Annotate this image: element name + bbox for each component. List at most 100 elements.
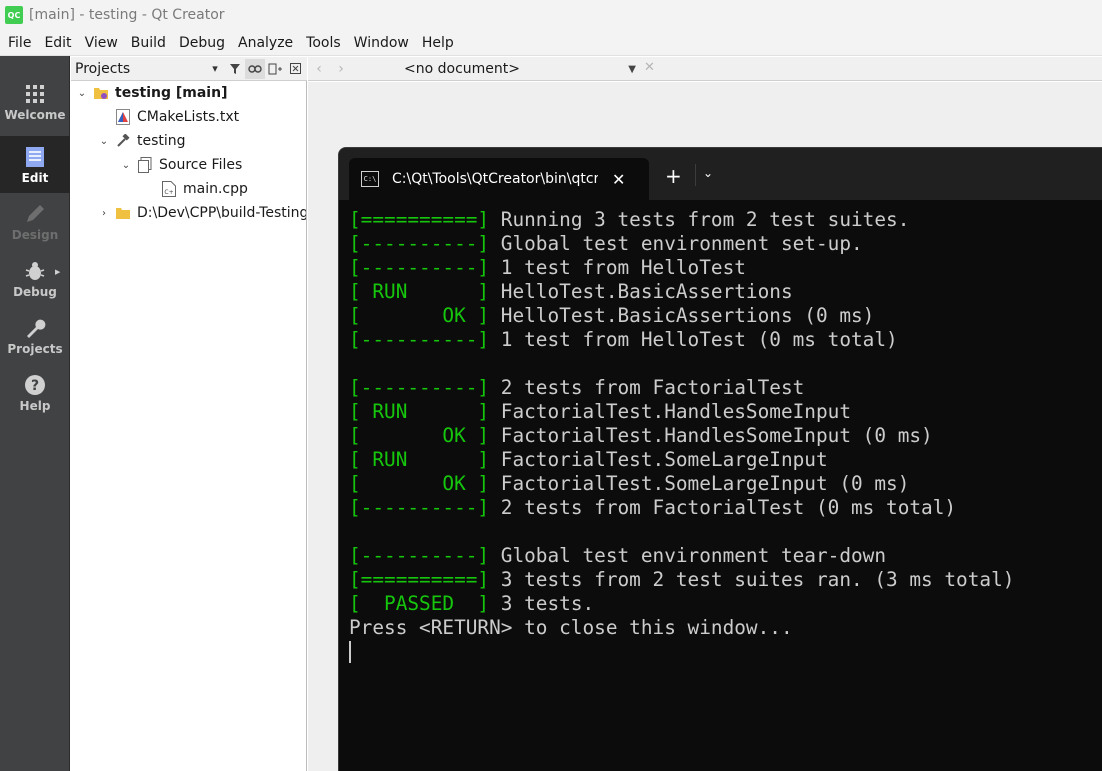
svg-text:?: ? — [31, 378, 39, 394]
menu-file[interactable]: File — [4, 35, 36, 51]
terminal-output[interactable]: [==========] Running 3 tests from 2 test… — [349, 208, 1099, 663]
mode-welcome[interactable]: Welcome — [0, 73, 70, 130]
split-icon[interactable] — [265, 59, 285, 79]
source-files-icon — [137, 157, 153, 173]
document-combo[interactable]: <no document> ▼ — [404, 57, 636, 81]
project-folder-icon — [93, 85, 109, 101]
projects-view-combo[interactable]: Projects — [75, 61, 205, 77]
terminal-tab[interactable]: C:\ C:\Qt\Tools\QtCreator\bin\qtcreator_… — [349, 158, 649, 200]
editor-toolbar: ‹ › <no document> ▼ ✕ — [308, 57, 1102, 81]
close-pane-icon[interactable] — [285, 59, 305, 79]
terminal-line: [----------] 1 test from HelloTest (0 ms… — [349, 328, 1099, 352]
menu-help[interactable]: Help — [418, 35, 459, 51]
grid-icon — [23, 82, 47, 106]
chevron-down-icon: ▼ — [628, 63, 636, 75]
terminal-line: [----------] 2 tests from FactorialTest … — [349, 496, 1099, 520]
chevron-right-icon[interactable]: › — [97, 208, 111, 219]
menu-edit[interactable]: Edit — [40, 35, 76, 51]
terminal-line-text: Global test environment tear-down — [489, 544, 887, 567]
terminal-window[interactable]: C:\ C:\Qt\Tools\QtCreator\bin\qtcreator_… — [338, 147, 1102, 771]
mode-label: Design — [11, 227, 59, 242]
test-status-tag: [----------] — [349, 376, 490, 399]
test-status-tag: [ PASSED ] — [349, 592, 490, 615]
tree-item-project[interactable]: ⌄ testing [main] — [75, 81, 228, 105]
terminal-line-text: 1 test from HelloTest (0 ms total) — [489, 328, 898, 351]
test-status-tag: [==========] — [349, 208, 490, 231]
terminal-line: [==========] 3 tests from 2 test suites … — [349, 568, 1099, 592]
test-status-tag: [ RUN ] — [349, 400, 490, 423]
mode-projects[interactable]: Projects — [0, 307, 70, 364]
chevron-down-icon[interactable]: ⌄ — [97, 136, 111, 147]
tree-item-target[interactable]: ⌄ testing — [97, 129, 186, 153]
mode-help[interactable]: ? Help — [0, 364, 70, 421]
chevron-down-icon[interactable]: ⌄ — [703, 166, 713, 180]
hammer-icon — [115, 133, 131, 149]
terminal-line-text: 3 tests. — [489, 592, 595, 615]
close-icon[interactable]: ✕ — [612, 170, 625, 189]
folder-icon — [115, 205, 131, 221]
menu-tools[interactable]: Tools — [302, 35, 346, 51]
pencil-icon — [23, 202, 47, 226]
mode-edit[interactable]: Edit — [0, 136, 70, 193]
test-status-tag: [ RUN ] — [349, 280, 490, 303]
terminal-line: [----------] 2 tests from FactorialTest — [349, 376, 1099, 400]
test-status-tag: [ OK ] — [349, 304, 490, 327]
chevron-down-icon[interactable]: ⌄ — [75, 88, 89, 99]
terminal-line-text: HelloTest.BasicAssertions — [489, 280, 793, 303]
terminal-tab-title: C:\Qt\Tools\QtCreator\bin\qtcreator_proc… — [392, 171, 598, 187]
test-status-tag: [==========] — [349, 568, 490, 591]
chevron-left-icon[interactable]: ‹ — [308, 61, 330, 77]
menu-window[interactable]: Window — [350, 35, 414, 51]
question-icon: ? — [23, 373, 47, 397]
tree-item-label: main.cpp — [183, 181, 248, 197]
projects-toolbar: Projects ▾ — [71, 57, 307, 81]
chevron-down-icon[interactable]: ▾ — [205, 59, 225, 79]
test-status-tag: [ OK ] — [349, 424, 490, 447]
tree-item-build-folder[interactable]: › D:\Dev\CPP\build-Testing — [97, 201, 307, 225]
mode-debug[interactable]: Debug ▶ — [0, 250, 70, 307]
terminal-line: [----------] Global test environment set… — [349, 232, 1099, 256]
divider — [695, 164, 696, 186]
terminal-tab-bar: C:\ C:\Qt\Tools\QtCreator\bin\qtcreator_… — [339, 148, 1102, 200]
filter-icon[interactable] — [225, 59, 245, 79]
tree-item-source-files[interactable]: ⌄ Source Files — [119, 153, 242, 177]
mode-label: Debug — [13, 284, 57, 299]
terminal-line: Press <RETURN> to close this window... — [349, 616, 1099, 640]
menu-build[interactable]: Build — [127, 35, 171, 51]
terminal-line-text: 2 tests from FactorialTest (0 ms total) — [489, 496, 957, 519]
terminal-line-text: HelloTest.BasicAssertions (0 ms) — [489, 304, 875, 327]
test-status-tag: [----------] — [349, 232, 490, 255]
test-status-tag: [ OK ] — [349, 472, 490, 495]
tree-item-label: testing [main] — [115, 85, 228, 101]
qt-creator-logo-icon: QC — [5, 6, 23, 24]
terminal-line-text: FactorialTest.HandlesSomeInput (0 ms) — [489, 424, 933, 447]
mode-label: Edit — [21, 170, 49, 185]
menu-debug[interactable]: Debug — [175, 35, 230, 51]
mode-sidebar: Welcome Edit Design Debug ▶ Projects ? H… — [0, 56, 70, 771]
new-tab-icon[interactable]: + — [665, 164, 682, 188]
mode-label: Help — [19, 398, 51, 413]
close-icon[interactable]: ✕ — [644, 60, 655, 75]
tree-item-label: D:\Dev\CPP\build-Testing — [137, 205, 307, 221]
document-icon — [23, 145, 47, 169]
terminal-line: [ PASSED ] 3 tests. — [349, 592, 1099, 616]
document-combo-label: <no document> — [404, 61, 520, 77]
tree-item-main-cpp[interactable]: C+ main.cpp — [143, 177, 248, 201]
menu-analyze[interactable]: Analyze — [234, 35, 298, 51]
terminal-line: [ OK ] FactorialTest.HandlesSomeInput (0… — [349, 424, 1099, 448]
chevron-down-icon[interactable]: ⌄ — [119, 160, 133, 171]
terminal-line-text: 1 test from HelloTest — [489, 256, 746, 279]
link-with-editor-icon[interactable] — [245, 58, 265, 79]
mode-label: Welcome — [4, 107, 66, 122]
menu-bar: File Edit View Build Debug Analyze Tools… — [0, 30, 1102, 56]
project-tree: ⌄ testing [main] CMakeLists.txt ⌄ testin… — [71, 81, 307, 771]
mode-design[interactable]: Design — [0, 193, 70, 250]
terminal-line-text: 3 tests from 2 test suites ran. (3 ms to… — [489, 568, 1015, 591]
wrench-icon — [23, 316, 47, 340]
menu-view[interactable]: View — [81, 35, 123, 51]
tree-item-cmakelists[interactable]: CMakeLists.txt — [97, 105, 239, 129]
terminal-line-text: FactorialTest.HandlesSomeInput — [489, 400, 851, 423]
chevron-right-icon[interactable]: › — [330, 61, 352, 77]
